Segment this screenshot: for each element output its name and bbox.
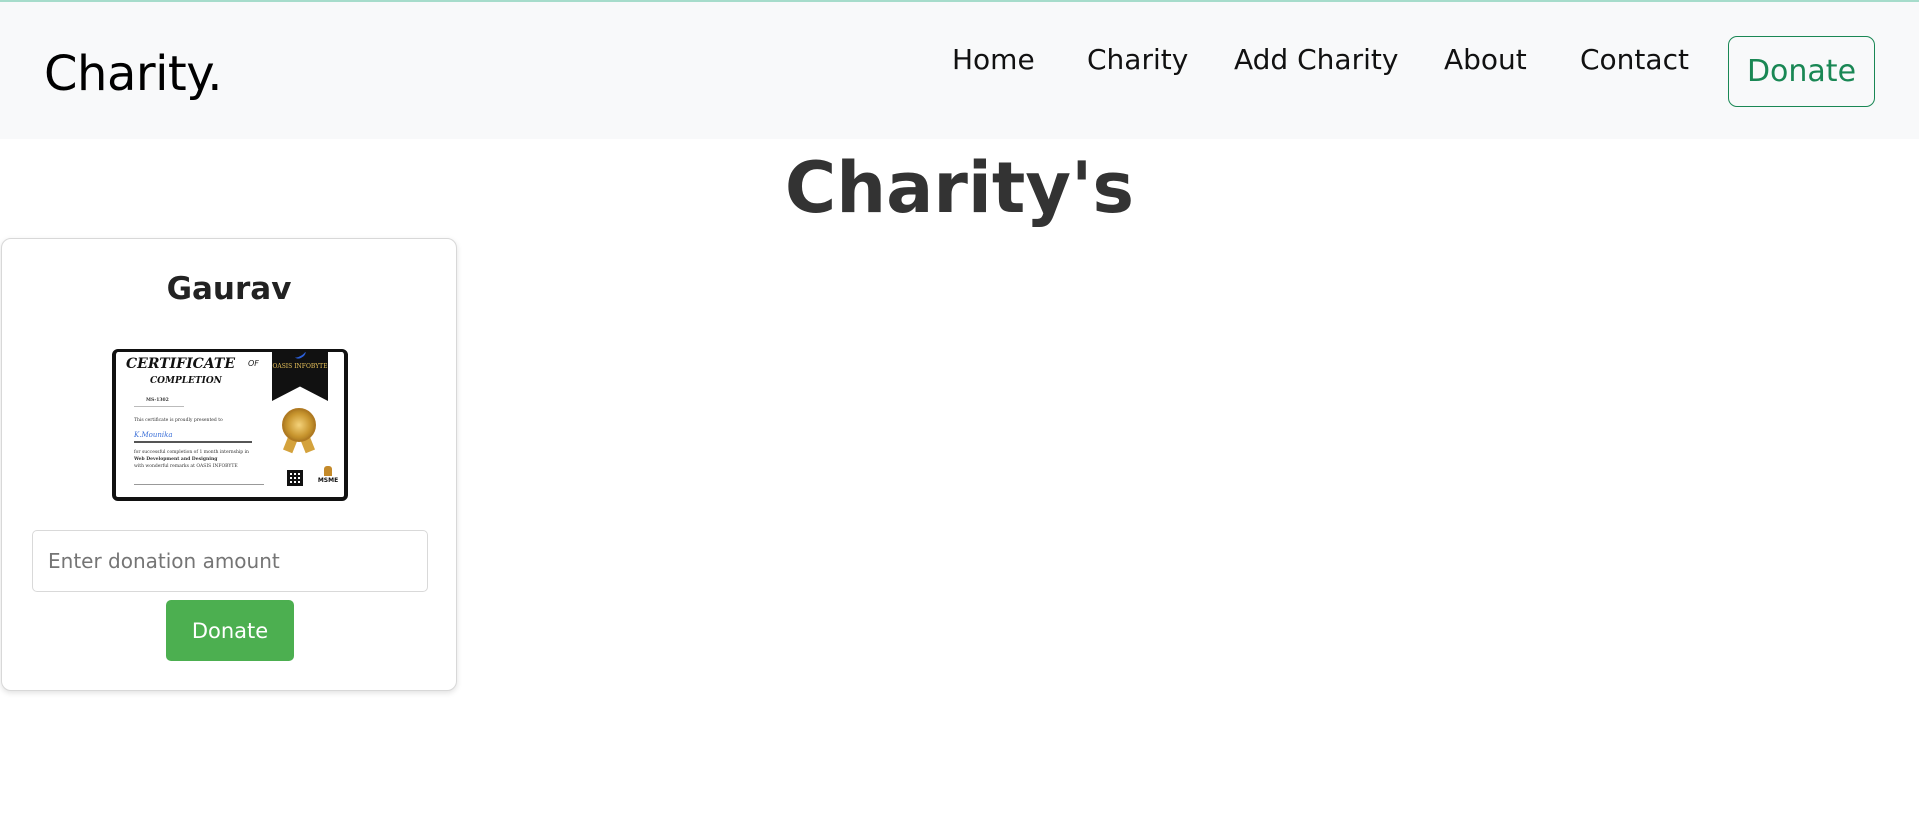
card-donate-button[interactable]: Donate (166, 600, 294, 661)
nav-link-add-charity[interactable]: Add Charity (1234, 38, 1398, 82)
nav-link-contact[interactable]: Contact (1580, 38, 1689, 82)
navbar: Charity. Home Charity Add Charity About … (0, 2, 1919, 139)
certificate-name-line (134, 441, 252, 443)
certificate-of: OF (248, 359, 259, 368)
certificate-ribbon-text: OASIS INFOBYTE (272, 363, 328, 370)
nav-links: Home Charity Add Charity About Contact (952, 38, 1689, 82)
charity-name: Gaurav (166, 271, 292, 307)
emblem-head-icon (324, 466, 332, 476)
navbar-donate-button[interactable]: Donate (1728, 36, 1875, 107)
certificate-footer-line (134, 484, 264, 485)
certificate-body-line-3: with wonderful remarks at OASIS INFOBYTE (134, 464, 238, 469)
certificate-body-line-1: for successful completion of 1 month int… (134, 450, 249, 455)
nav-link-home[interactable]: Home (952, 38, 1035, 82)
charity-image-certificate: CERTIFICATE OF COMPLETION OASIS INFOBYTE… (112, 349, 348, 501)
qr-code-icon (287, 470, 303, 486)
page-title: Charity's (784, 147, 1135, 229)
certificate-id: MS-1302 (146, 398, 169, 403)
emblem-text: MSME (317, 477, 339, 484)
charity-card: Gaurav CERTIFICATE OF COMPLETION OASIS I… (1, 238, 457, 691)
nav-link-charity[interactable]: Charity (1087, 38, 1188, 82)
brand-logo[interactable]: Charity. (44, 42, 223, 106)
certificate-title: CERTIFICATE (126, 356, 235, 372)
emblem-icon: MSME (316, 466, 340, 488)
certificate-presented-text: This certificate is proudly presented to (134, 418, 223, 423)
medal-icon (282, 408, 316, 442)
certificate-subtitle: COMPLETION (150, 376, 222, 386)
certificate-recipient: K.Mounika (134, 431, 173, 439)
certificate-divider (134, 406, 184, 407)
certificate-body-line-2: Web Development and Designing (134, 457, 218, 462)
nav-link-about[interactable]: About (1444, 38, 1527, 82)
donation-amount-input[interactable] (32, 530, 428, 592)
